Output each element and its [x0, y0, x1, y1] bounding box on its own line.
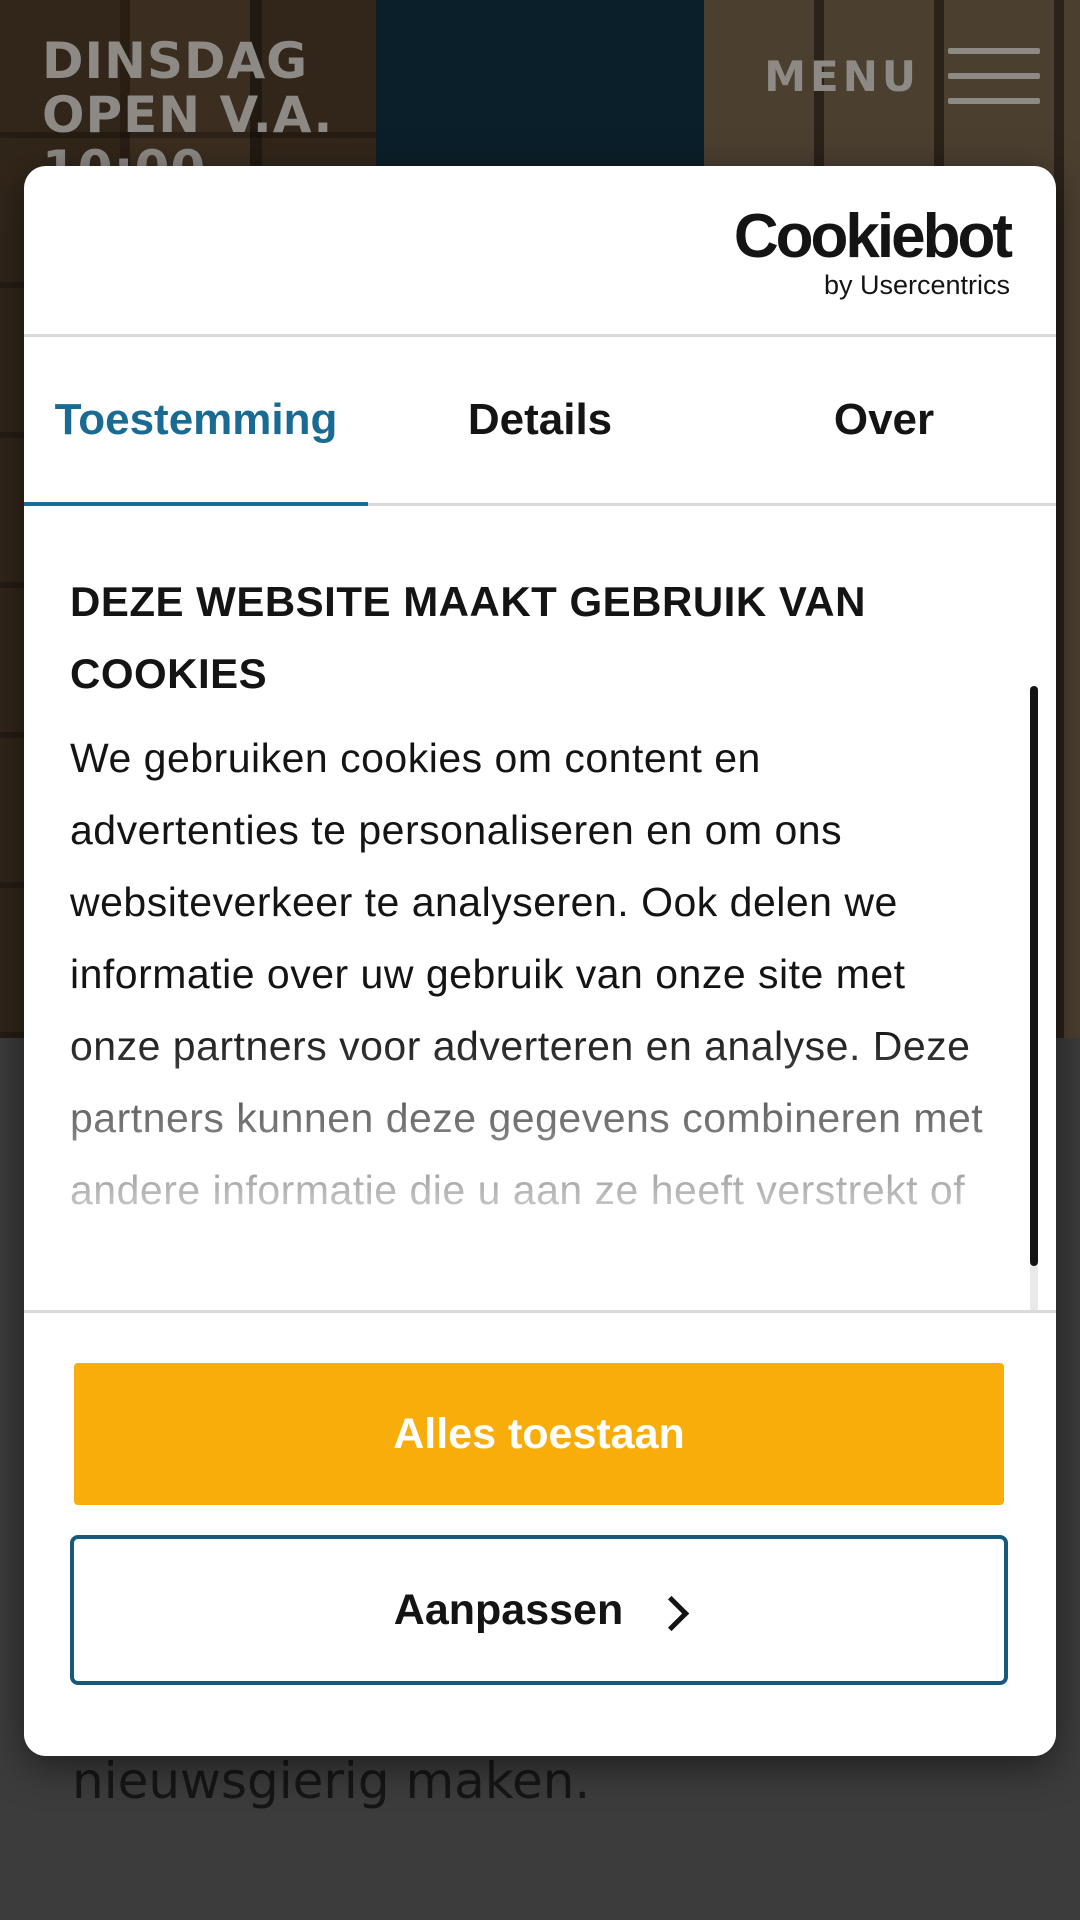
brand-name: Cookiebot — [733, 202, 1013, 271]
consent-heading: DEZE WEBSITE MAAKT GEBRUIK VAN COOKIES — [70, 578, 866, 697]
scrollbar-thumb[interactable] — [1030, 686, 1038, 1266]
menu-button[interactable]: MENU — [764, 48, 1040, 104]
dialog-header: Cookiebot by Usercentrics — [24, 166, 1056, 337]
cookie-consent-dialog: Cookiebot by Usercentrics Toestemming De… — [24, 166, 1056, 1756]
opening-line: OPEN V.A. — [42, 86, 334, 144]
allow-all-button[interactable]: Alles toestaan — [74, 1363, 1004, 1505]
consent-content[interactable]: DEZE WEBSITE MAAKT GEBRUIK VAN COOKIES W… — [24, 506, 1056, 1286]
cookiebot-logo: Cookiebot by Usercentrics — [733, 202, 1013, 301]
menu-label: MENU — [764, 51, 920, 101]
page-body-text: nieuwsgierig maken. — [72, 1752, 591, 1810]
tab-details[interactable]: Details — [368, 337, 712, 503]
header-color-block — [376, 0, 704, 170]
brand-byline: by Usercentrics — [823, 270, 1010, 300]
allow-all-label: Alles toestaan — [393, 1409, 685, 1458]
chevron-right-icon — [654, 1595, 690, 1631]
dialog-tabs: Toestemming Details Over — [24, 337, 1056, 506]
tab-toestemming[interactable]: Toestemming — [24, 337, 368, 506]
tab-over[interactable]: Over — [712, 337, 1056, 503]
consent-description: We gebruiken cookies om content en adver… — [70, 735, 984, 1213]
opening-line: DINSDAG — [42, 32, 309, 90]
dialog-footer: Alles toestaan Aanpassen — [24, 1310, 1056, 1756]
hamburger-icon — [948, 48, 1040, 104]
customize-button[interactable]: Aanpassen — [70, 1535, 1008, 1685]
customize-label: Aanpassen — [393, 1585, 624, 1634]
